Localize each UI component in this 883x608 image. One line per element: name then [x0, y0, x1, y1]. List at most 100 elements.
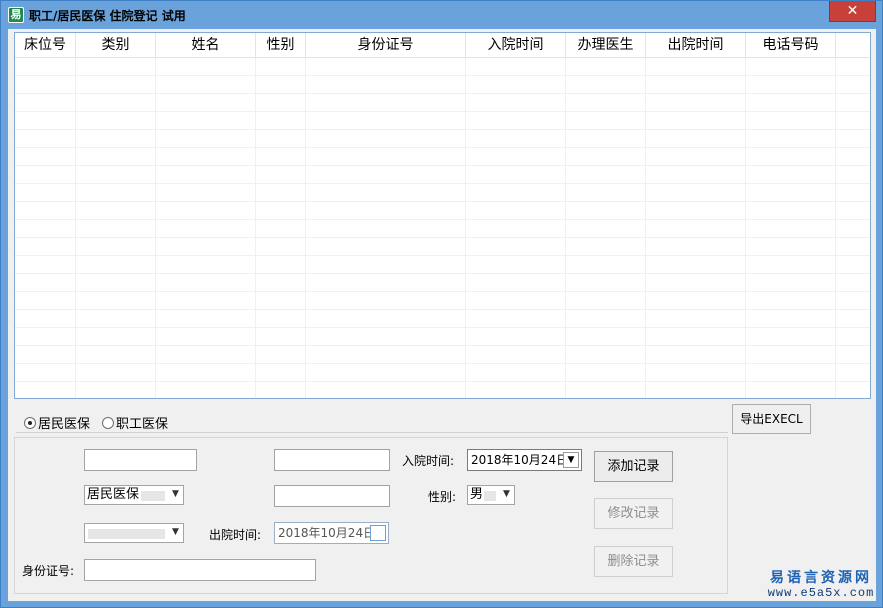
table-cell	[466, 76, 566, 94]
column-header-phone[interactable]: 电话号码	[746, 33, 836, 58]
admit-date-picker[interactable]: 2018年10月24日 ▼	[467, 449, 582, 471]
table-cell	[566, 94, 646, 112]
table-cell	[156, 382, 256, 398]
table-cell	[746, 364, 836, 382]
table-cell	[746, 328, 836, 346]
column-header-gender[interactable]: 性别	[256, 33, 306, 58]
table-cell	[306, 202, 466, 220]
table-row[interactable]	[15, 274, 870, 292]
discharge-date-picker[interactable]: 2018年10月24日	[274, 522, 389, 544]
table-cell	[156, 202, 256, 220]
table-row[interactable]	[15, 238, 870, 256]
table-cell	[466, 94, 566, 112]
table-cell	[566, 382, 646, 398]
column-header-idcard[interactable]: 身份证号	[306, 33, 466, 58]
table-cell	[76, 310, 156, 328]
table-cell	[306, 166, 466, 184]
table-cell	[76, 292, 156, 310]
records-table[interactable]: 床位号 类别 姓名 性别 身份证号 入院时间 办理医生 出院时间 电话号码	[14, 32, 871, 399]
table-row[interactable]	[15, 292, 870, 310]
close-button[interactable]: ✕	[829, 1, 876, 22]
divider	[16, 432, 728, 433]
table-row[interactable]	[15, 112, 870, 130]
table-cell	[746, 76, 836, 94]
table-row[interactable]	[15, 148, 870, 166]
table-row[interactable]	[15, 382, 870, 398]
title-bar[interactable]: 易 职工/居民医保 住院登记 试用 ✕	[1, 1, 882, 29]
table-cell	[566, 184, 646, 202]
table-cell	[256, 220, 306, 238]
table-cell	[76, 76, 156, 94]
table-cell	[15, 166, 76, 184]
name-input[interactable]	[274, 449, 390, 471]
radio-resident-insurance[interactable]: 居民医保	[24, 413, 90, 432]
table-cell	[15, 112, 76, 130]
table-cell	[646, 58, 746, 76]
table-cell	[646, 274, 746, 292]
column-header-bed[interactable]: 床位号	[15, 33, 76, 58]
table-cell	[836, 346, 870, 364]
gender-or-other-input[interactable]	[274, 485, 390, 507]
table-row[interactable]	[15, 94, 870, 112]
table-row[interactable]	[15, 202, 870, 220]
column-header-discharge-time[interactable]: 出院时间	[646, 33, 746, 58]
table-cell	[256, 148, 306, 166]
insurance-type-radio-group: 居民医保 职工医保	[24, 413, 168, 432]
table-cell	[836, 274, 870, 292]
table-cell	[156, 310, 256, 328]
table-cell	[256, 58, 306, 76]
table-row[interactable]	[15, 310, 870, 328]
table-cell	[466, 238, 566, 256]
table-cell	[156, 364, 256, 382]
edit-record-button[interactable]: 修改记录	[594, 498, 673, 529]
table-cell	[76, 346, 156, 364]
add-record-button[interactable]: 添加记录	[594, 451, 673, 482]
column-header-admit-time[interactable]: 入院时间	[466, 33, 566, 58]
table-cell	[306, 328, 466, 346]
table-cell	[306, 382, 466, 398]
table-row[interactable]	[15, 166, 870, 184]
gender-select-value: 男	[470, 487, 484, 502]
table-cell	[836, 238, 870, 256]
table-cell	[76, 382, 156, 398]
table-cell	[76, 220, 156, 238]
watermark-url: www.e5a5x.com	[767, 586, 875, 600]
table-cell	[746, 94, 836, 112]
table-cell	[156, 184, 256, 202]
delete-record-button[interactable]: 删除记录	[594, 546, 673, 577]
doctor-select[interactable]: ▼	[84, 523, 184, 543]
table-row[interactable]	[15, 58, 870, 76]
table-row[interactable]	[15, 76, 870, 94]
table-row[interactable]	[15, 364, 870, 382]
table-cell	[256, 112, 306, 130]
table-row[interactable]	[15, 220, 870, 238]
radio-employee-insurance[interactable]: 职工医保	[102, 413, 168, 432]
table-cell	[156, 166, 256, 184]
export-excel-button[interactable]: 导出EXECL	[732, 404, 811, 434]
table-cell	[76, 112, 156, 130]
table-cell	[566, 256, 646, 274]
gender-select[interactable]: 男 ▼	[467, 485, 515, 505]
table-cell	[306, 76, 466, 94]
main-window: 易 职工/居民医保 住院登记 试用 ✕ 床位号 类别 姓名 性别 身份证号 入院…	[0, 0, 883, 608]
table-cell	[646, 292, 746, 310]
bed-number-input[interactable]	[84, 449, 197, 471]
site-watermark: 易语言资源网 www.e5a5x.com	[766, 571, 876, 601]
table-cell	[306, 238, 466, 256]
column-header-name[interactable]: 姓名	[156, 33, 256, 58]
table-row[interactable]	[15, 346, 870, 364]
chevron-down-icon[interactable]: ▼	[563, 452, 579, 468]
table-cell	[836, 94, 870, 112]
calendar-toggle-icon[interactable]	[370, 525, 386, 541]
idcard-input[interactable]	[84, 559, 316, 581]
table-cell	[306, 274, 466, 292]
table-row[interactable]	[15, 184, 870, 202]
table-row[interactable]	[15, 328, 870, 346]
column-header-doctor[interactable]: 办理医生	[566, 33, 646, 58]
table-row[interactable]	[15, 130, 870, 148]
table-cell	[306, 310, 466, 328]
table-cell	[256, 256, 306, 274]
table-row[interactable]	[15, 256, 870, 274]
category-select[interactable]: 居民医保 ▼	[84, 485, 184, 505]
column-header-category[interactable]: 类别	[76, 33, 156, 58]
